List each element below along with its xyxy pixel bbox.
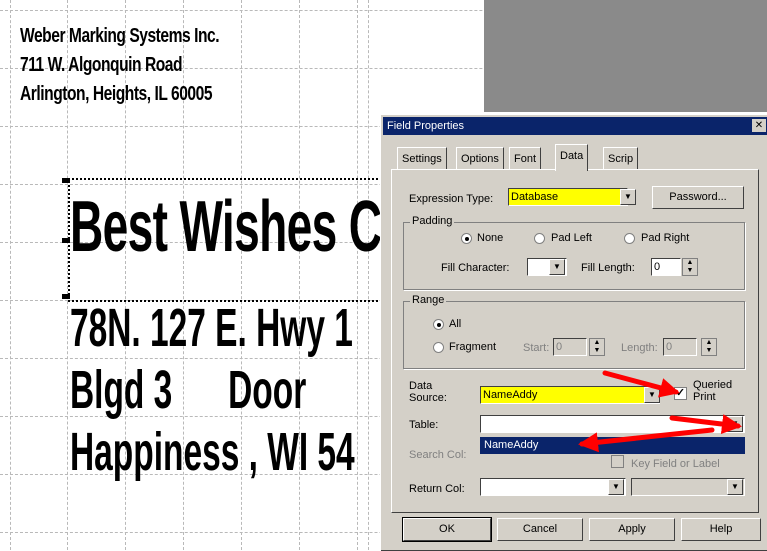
dialog-title: Field Properties: [387, 120, 465, 132]
length-input[interactable]: 0: [663, 338, 697, 356]
tab-font[interactable]: Font: [509, 147, 542, 170]
expression-type-select[interactable]: Database: [508, 188, 628, 206]
label-field-city[interactable]: Happiness , WI 54: [70, 422, 355, 482]
expression-type-label: Expression Type:: [409, 193, 494, 205]
table-select[interactable]: [480, 415, 745, 433]
table-dropdown-option[interactable]: NameAddy: [480, 437, 745, 454]
padding-group-title: Padding: [410, 215, 455, 227]
chevron-down-icon[interactable]: ▼: [727, 479, 743, 495]
length-spinner[interactable]: ▲ ▼: [701, 338, 717, 356]
chevron-down-icon[interactable]: ▼: [644, 387, 660, 403]
background-window-area: [484, 0, 767, 112]
company-address[interactable]: Weber Marking Systems Inc. 711 W. Algonq…: [20, 22, 220, 109]
tab-scrip[interactable]: Scrip: [603, 147, 639, 170]
selection-handle[interactable]: [62, 178, 70, 183]
queried-print-checkbox[interactable]: ✓: [674, 387, 687, 400]
cancel-button[interactable]: Cancel: [497, 518, 583, 541]
pad-none-radio[interactable]: [461, 233, 472, 244]
chevron-down-icon[interactable]: ▼: [608, 479, 624, 495]
data-source-select[interactable]: NameAddy: [480, 386, 660, 404]
key-field-checkbox[interactable]: [611, 455, 624, 468]
grid-line: [10, 0, 11, 550]
close-icon[interactable]: ✕: [752, 119, 766, 132]
address-line: Arlington, Heights, IL 60005: [20, 83, 213, 105]
length-label: Length:: [621, 342, 658, 354]
selection-handle[interactable]: [62, 294, 70, 299]
address-line: Weber Marking Systems Inc.: [20, 25, 220, 47]
chevron-down-icon[interactable]: ▼: [620, 189, 636, 205]
pad-none-label: None: [477, 232, 504, 244]
return-col-select[interactable]: [480, 478, 626, 496]
fill-length-label: Fill Length:: [581, 262, 635, 274]
start-spinner[interactable]: ▲ ▼: [589, 338, 605, 356]
return-col-label: Return Col:: [409, 483, 465, 495]
fill-length-spinner[interactable]: ▲ ▼: [682, 258, 698, 276]
field-properties-dialog: Field Properties ✕ Settings Options Font…: [380, 114, 767, 551]
pad-right-radio[interactable]: [624, 233, 635, 244]
range-group: Range: [403, 294, 745, 369]
start-input[interactable]: 0: [553, 338, 587, 356]
password-button[interactable]: Password...: [652, 186, 744, 209]
pad-right-label: Pad Right: [641, 232, 690, 244]
label-field-building[interactable]: Blgd 3 Door: [70, 360, 306, 420]
help-button[interactable]: Help: [681, 518, 761, 541]
selection-handle[interactable]: [62, 238, 70, 243]
label-field-address[interactable]: 78N. 127 E. Hwy 1: [70, 298, 353, 358]
range-all-radio[interactable]: [433, 319, 444, 330]
pad-left-radio[interactable]: [534, 233, 545, 244]
range-fragment-radio[interactable]: [433, 342, 444, 353]
ok-button[interactable]: OK: [402, 517, 492, 542]
fill-character-label: Fill Character:: [441, 262, 510, 274]
tab-data[interactable]: Data: [555, 144, 589, 171]
table-label: Table:: [409, 419, 439, 431]
range-fragment-label: Fragment: [449, 341, 497, 353]
range-all-label: All: [449, 318, 462, 330]
pad-left-label: Pad Left: [551, 232, 592, 244]
fill-length-input[interactable]: 0: [651, 258, 681, 276]
queried-print-label: Queried Print: [693, 379, 733, 403]
start-label: Start:: [523, 342, 550, 354]
chevron-down-icon[interactable]: ▼: [549, 259, 565, 275]
search-col-label: Search Col:: [409, 449, 467, 461]
dialog-titlebar[interactable]: Field Properties ✕: [383, 117, 767, 135]
key-field-label: Key Field or Label: [631, 458, 720, 470]
tab-settings[interactable]: Settings: [397, 147, 447, 170]
address-line: 711 W. Algonquin Road: [20, 54, 183, 76]
apply-button[interactable]: Apply: [589, 518, 675, 541]
chevron-down-icon[interactable]: ▼: [727, 416, 743, 432]
data-source-label: Data Source:: [409, 380, 447, 404]
tab-options[interactable]: Options: [456, 147, 504, 170]
range-group-title: Range: [410, 294, 447, 306]
